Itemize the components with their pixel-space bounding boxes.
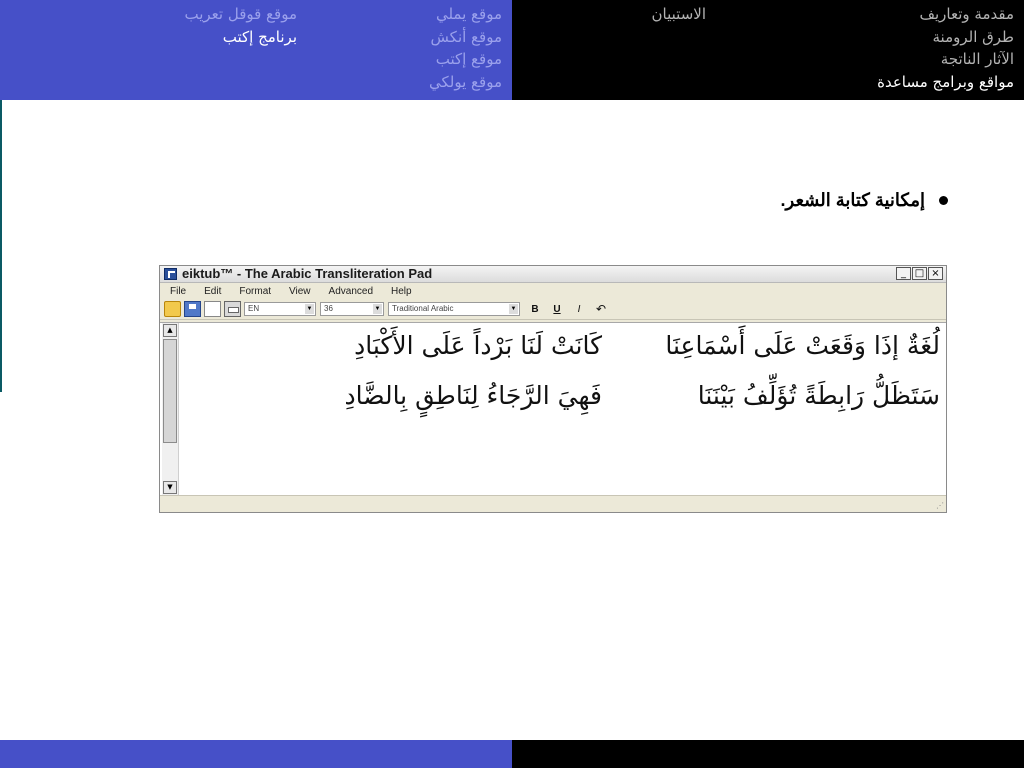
poem-line-1: لُغَةٌ إذَا وَقَعَتْ عَلَى أَسْمَاعِنَا ك…: [354, 331, 940, 360]
vertical-scrollbar[interactable]: ▲ ▼: [162, 323, 179, 496]
window-titlebar: eiktub™ - The Arabic Transliteration Pad…: [160, 266, 946, 283]
scroll-down-icon[interactable]: ▼: [163, 481, 177, 494]
subnav-item-onkosh[interactable]: موقع أنكش: [429, 26, 502, 49]
bullet-point: إمكانية كتابة الشعر.: [781, 190, 948, 211]
minimize-button[interactable]: _: [896, 267, 911, 280]
text-direction-button[interactable]: ↶: [590, 302, 612, 316]
main-nav: مقدمة وتعاريف طرق الرومنة الآثار الناتجة…: [877, 3, 1014, 93]
nav-item-survey[interactable]: الاستبيان: [652, 3, 706, 26]
window-title: eiktub™ - The Arabic Transliteration Pad: [182, 266, 433, 281]
subnav-item-eiktub-site[interactable]: موقع إكتب: [429, 48, 502, 71]
menu-view[interactable]: View: [289, 286, 311, 297]
bold-button[interactable]: B: [524, 304, 546, 315]
left-decorative-line: [0, 100, 2, 392]
new-document-icon[interactable]: [204, 301, 221, 317]
poem-line-2-second-hemistich: فَهِيَ الرَّجَاءُ لِنَاطِقٍ بِالضَّادِ: [344, 381, 602, 410]
status-bar: ⋰: [160, 495, 946, 512]
poem-line-1-first-hemistich: لُغَةٌ إذَا وَقَعَتْ عَلَى أَسْمَاعِنَا: [665, 331, 940, 360]
footer-blue-panel: [0, 740, 512, 768]
subnav-item-yamli[interactable]: موقع يملي: [429, 3, 502, 26]
language-value: EN: [248, 304, 260, 313]
chevron-down-icon: ▼: [509, 304, 518, 314]
scroll-thumb[interactable]: [163, 339, 177, 443]
footer: [0, 740, 1024, 768]
subnav-item-eiktub-program[interactable]: برنامج إكتب: [184, 26, 297, 49]
chevron-down-icon: ▼: [373, 304, 382, 314]
resize-grip-icon[interactable]: ⋰: [936, 501, 944, 510]
nav-item-romanization-methods[interactable]: طرق الرومنة: [877, 26, 1014, 49]
italic-button[interactable]: I: [568, 304, 590, 315]
menu-help[interactable]: Help: [391, 286, 412, 297]
header: مقدمة وتعاريف طرق الرومنة الآثار الناتجة…: [0, 0, 1024, 100]
menu-file[interactable]: File: [170, 286, 186, 297]
print-icon[interactable]: [224, 301, 241, 317]
poem-line-2-first-hemistich: سَتَظَلُّ رَابِطَةً تُؤَلِّفُ بَيْنَنَا: [697, 381, 940, 410]
subnav-item-yoolki[interactable]: موقع يولكي: [429, 71, 502, 94]
poem-line-2: سَتَظَلُّ رَابِطَةً تُؤَلِّفُ بَيْنَنَا ف…: [345, 381, 940, 410]
underline-button[interactable]: U: [546, 304, 568, 315]
font-size-select[interactable]: 36 ▼: [320, 302, 384, 316]
font-size-value: 36: [324, 304, 333, 313]
tools-subnav: موقع قوقل تعريب برنامج إكتب: [184, 3, 297, 48]
poem-line-1-second-hemistich: كَانَتْ لَنَا بَرْداً عَلَى الأَكْبَادِ: [354, 331, 602, 360]
language-select[interactable]: EN ▼: [244, 302, 316, 316]
chevron-down-icon: ▼: [305, 304, 314, 314]
close-button[interactable]: ×: [928, 267, 943, 280]
toolbar: EN ▼ 36 ▼ Traditional Arabic ▼ B U I ↶: [160, 299, 946, 320]
scroll-up-icon[interactable]: ▲: [163, 324, 177, 337]
menu-format[interactable]: Format: [239, 286, 271, 297]
open-folder-icon[interactable]: [164, 301, 181, 317]
bullet-text: إمكانية كتابة الشعر.: [780, 190, 925, 210]
survey-nav: الاستبيان: [652, 3, 706, 26]
bullet-dot-icon: [939, 196, 948, 205]
save-icon[interactable]: [184, 301, 201, 317]
text-editor[interactable]: ▲ ▼ لُغَةٌ إذَا وَقَعَتْ عَلَى أَسْمَاعِ…: [160, 322, 946, 496]
footer-black-panel: [512, 740, 1024, 768]
sites-subnav: موقع يملي موقع أنكش موقع إكتب موقع يولكي: [429, 3, 502, 93]
maximize-button[interactable]: □: [912, 267, 927, 280]
menu-edit[interactable]: Edit: [204, 286, 221, 297]
font-name-value: Traditional Arabic: [392, 304, 454, 313]
nav-item-introduction[interactable]: مقدمة وتعاريف: [877, 3, 1014, 26]
nav-item-sites-and-tools[interactable]: مواقع وبرامج مساعدة: [877, 71, 1014, 94]
font-name-select[interactable]: Traditional Arabic ▼: [388, 302, 520, 316]
app-icon: [164, 268, 177, 280]
menu-bar: File Edit Format View Advanced Help: [160, 283, 946, 299]
eiktub-window: eiktub™ - The Arabic Transliteration Pad…: [159, 265, 947, 513]
menu-advanced[interactable]: Advanced: [329, 286, 373, 297]
window-controls: _ □ ×: [896, 267, 943, 280]
subnav-item-google-transliteration[interactable]: موقع قوقل تعريب: [184, 3, 297, 26]
nav-item-resulting-effects[interactable]: الآثار الناتجة: [877, 48, 1014, 71]
